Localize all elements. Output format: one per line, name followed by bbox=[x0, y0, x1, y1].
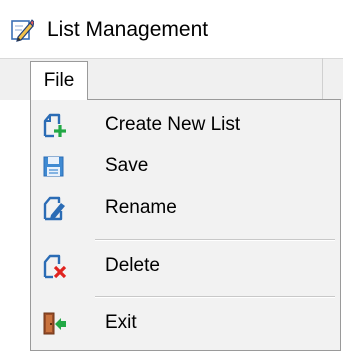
menu-item-label: Delete bbox=[105, 255, 160, 276]
file-menu-dropdown: Create New List Save Rename Delete Exit bbox=[30, 99, 341, 351]
menu-item-label: Save bbox=[105, 155, 149, 176]
menu-item-save[interactable]: Save bbox=[32, 147, 339, 187]
list-management-window: List Management File Create New List Sav… bbox=[0, 0, 343, 351]
delete-document-x-icon bbox=[43, 254, 67, 279]
menu-separator bbox=[95, 239, 335, 241]
menu-item-rename[interactable]: Rename bbox=[32, 189, 339, 229]
window-title: List Management bbox=[47, 18, 209, 41]
floppy-save-icon bbox=[43, 156, 64, 177]
menu-item-delete[interactable]: Delete bbox=[32, 247, 339, 287]
menu-item-label: Create New List bbox=[105, 114, 241, 135]
edit-pencil-icon bbox=[11, 19, 34, 42]
rename-pencil-icon bbox=[43, 196, 65, 221]
menu-separator bbox=[95, 296, 335, 298]
menu-item-create-new-list[interactable]: Create New List bbox=[32, 106, 339, 146]
menu-item-label: Exit bbox=[105, 312, 137, 333]
menu-file[interactable]: File bbox=[30, 61, 88, 100]
exit-door-icon bbox=[43, 312, 66, 335]
menu-tab-join bbox=[31, 98, 87, 100]
menu-item-label: Rename bbox=[105, 197, 177, 218]
title-bar: List Management bbox=[0, 0, 343, 58]
menu-item-exit[interactable]: Exit bbox=[32, 304, 339, 344]
new-document-plus-icon bbox=[43, 113, 66, 138]
window-background bbox=[0, 100, 30, 351]
